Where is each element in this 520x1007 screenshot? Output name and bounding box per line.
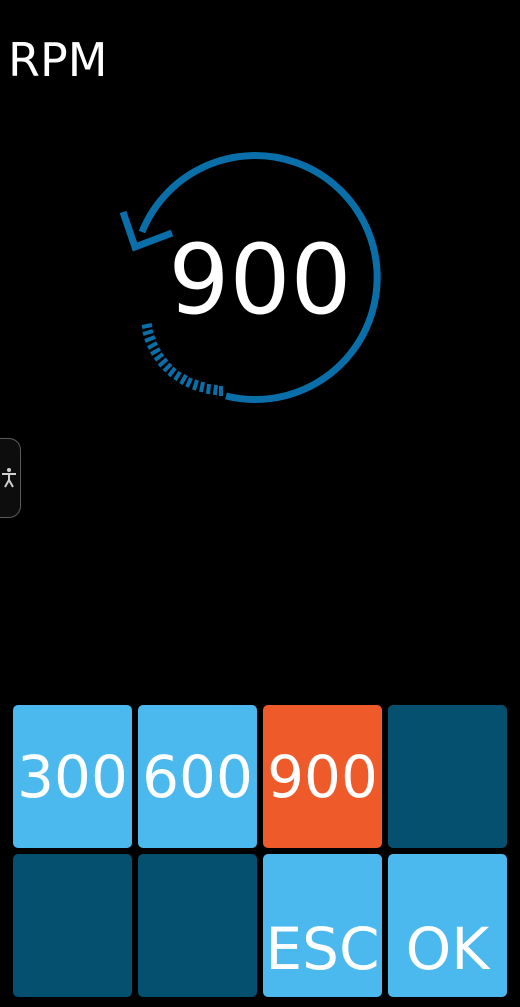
key-600[interactable]: 600 <box>138 705 257 848</box>
ok-button[interactable]: OK <box>388 854 507 997</box>
rpm-keypad: 300 600 900 ESC OK <box>13 705 507 997</box>
key-empty-2[interactable] <box>13 854 132 997</box>
rpm-value-display: 900 <box>168 224 352 336</box>
key-empty-3[interactable] <box>138 854 257 997</box>
page-title: RPM <box>8 33 108 87</box>
accessibility-person-icon <box>2 468 16 488</box>
key-900-selected[interactable]: 900 <box>263 705 382 848</box>
key-300[interactable]: 300 <box>13 705 132 848</box>
key-empty-1[interactable] <box>388 705 507 848</box>
accessibility-tab[interactable] <box>0 438 21 518</box>
esc-button[interactable]: ESC <box>263 854 382 997</box>
